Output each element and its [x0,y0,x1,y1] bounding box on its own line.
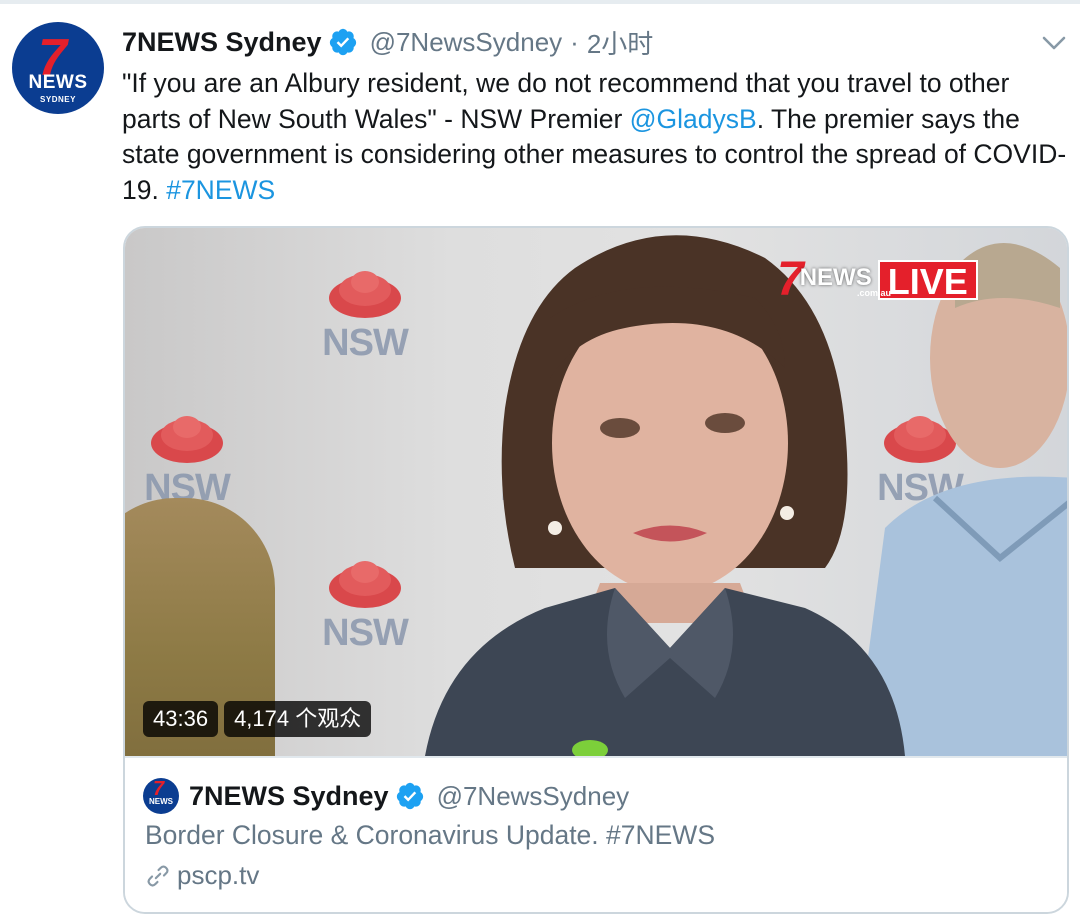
media-card[interactable]: NSW NSW NSW NSW 7 NEWS .com.au LIVE 43:3… [123,226,1069,914]
waratah-icon [329,271,401,318]
card-footer[interactable]: 7 NEWS 7NEWS Sydney @7NewsSydney Border … [125,756,1067,912]
divider [0,0,1080,4]
card-title: Border Closure & Coronavirus Update. #7N… [145,820,715,850]
nsw-wall-text: NSW [322,322,409,364]
verified-badge-icon [396,782,423,810]
nsw-wall-text: NSW [322,612,409,654]
verified-badge-icon [329,28,356,56]
live-logo-news: NEWS [799,264,872,291]
avatar-city-label: SYDNEY [40,95,76,104]
nsw-wall-logo: NSW [315,558,415,668]
link-icon [147,864,169,887]
presenter [425,235,905,756]
video-player[interactable]: NSW NSW NSW NSW 7 NEWS .com.au LIVE 43:3… [125,228,1067,756]
author-handle[interactable]: @7NewsSydney [370,27,563,58]
live-broadcast-logo: 7 NEWS .com.au LIVE [777,256,978,304]
live-logo-domain: .com.au [857,288,892,298]
card-author-name: 7NEWS Sydney [189,780,389,811]
tweet-header: 7NEWS Sydney @7NewsSydney · 2小时 [122,24,653,60]
live-badge: LIVE [877,260,978,302]
hashtag-link[interactable]: #7NEWS [166,175,275,205]
separator-dot: · [570,26,579,57]
waratah-icon [329,561,401,608]
viewer-count-badge: 4,174 个观众 [224,701,372,737]
mini-avatar-news: NEWS [149,797,173,806]
chevron-down-icon[interactable] [1040,32,1068,54]
tweet-text: "If you are an Albury resident, we do no… [122,66,1072,208]
card-domain: pscp.tv [145,860,259,891]
card-author-handle: @7NewsSydney [436,780,630,811]
waratah-icon [151,416,223,463]
author-name[interactable]: 7NEWS Sydney [122,27,322,58]
author-avatar[interactable]: 7 NEWS SYDNEY [12,22,104,114]
card-author: 7 NEWS 7NEWS Sydney @7NewsSydney [143,778,629,814]
card-author-avatar: 7 NEWS [143,778,179,814]
video-stats: 43:36 4,174 个观众 [143,701,372,737]
avatar-news-label: NEWS [28,72,88,93]
mention-link[interactable]: @GladysB [630,104,757,134]
tweet-timestamp[interactable]: 2小时 [587,24,653,61]
video-duration-badge: 43:36 [143,701,219,737]
card-domain-text: pscp.tv [177,860,260,890]
nsw-wall-logo: NSW [315,268,415,378]
